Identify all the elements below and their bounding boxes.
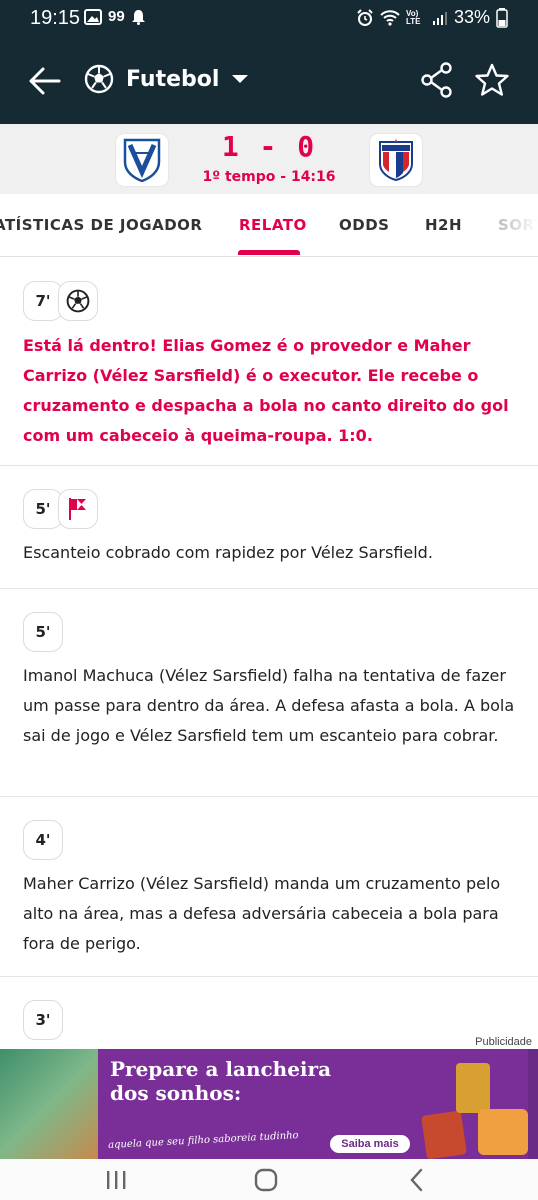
commentary-item: 7' Está lá dentro! Elias Gomez é o prove… <box>0 256 538 466</box>
minute-badge: 5' <box>23 489 63 529</box>
alarm-icon <box>357 8 373 26</box>
battery-icon <box>496 7 508 28</box>
tab-player-stats[interactable]: ATÍSTICAS DE JOGADOR <box>0 216 202 234</box>
signal-icon <box>432 11 447 25</box>
commentary-item: 5' Escanteio cobrado com rapidez por Vél… <box>0 466 538 589</box>
ad-product-image <box>421 1110 467 1159</box>
home-button[interactable] <box>251 1165 281 1195</box>
active-tab-indicator <box>238 250 300 255</box>
fortaleza-crest-icon <box>379 139 413 182</box>
recent-apps-button[interactable] <box>101 1165 131 1195</box>
ad-cta-button[interactable]: Saiba mais <box>330 1135 410 1153</box>
match-score: 1 - 0 <box>221 130 317 163</box>
tab-odds[interactable]: ODDS <box>339 216 389 234</box>
tab-h2h[interactable]: H2H <box>425 216 462 234</box>
network-type: Vo) LTE <box>405 8 421 26</box>
event-icon-badge <box>58 489 98 529</box>
ad-photo <box>0 1049 98 1159</box>
commentary-item: 5' Imanol Machuca (Vélez Sarsfield) falh… <box>0 589 538 797</box>
commentary-text: Está lá dentro! Elias Gomez é o provedor… <box>23 336 509 445</box>
away-team-crest[interactable] <box>370 134 422 186</box>
score-bar: 1 - 0 1º tempo - 14:16 <box>0 124 538 194</box>
match-period: 1º tempo - 14:16 <box>202 169 336 185</box>
ad-product-image <box>456 1063 490 1113</box>
bell-icon <box>131 9 145 25</box>
chevron-down-icon <box>232 75 249 83</box>
soccer-ball-icon <box>66 289 90 313</box>
sport-selector[interactable]: Futebol <box>84 64 249 94</box>
back-button[interactable] <box>402 1165 432 1195</box>
tab-sort[interactable]: SORT <box>498 216 538 234</box>
status-time: 19:15 <box>30 7 81 29</box>
app-bar: Futebol <box>0 36 538 124</box>
tab-relato[interactable]: RELATO <box>239 216 307 234</box>
gallery-notification-icon <box>84 8 102 25</box>
commentary-text: Escanteio cobrado com rapidez por Vélez … <box>23 543 433 562</box>
back-chevron-icon <box>410 1168 423 1192</box>
tab-bar: ATÍSTICAS DE JOGADOR RELATO ODDS H2H SOR… <box>0 194 538 257</box>
minute-badge: 5' <box>23 612 63 652</box>
back-arrow-icon[interactable] <box>28 64 62 98</box>
sport-label: Futebol <box>126 66 220 92</box>
system-nav-bar <box>0 1159 538 1200</box>
favorite-star-icon[interactable] <box>474 62 510 98</box>
event-icon-badge <box>58 281 98 321</box>
corner-flag-icon <box>69 498 86 520</box>
minute-badge: 7' <box>23 281 63 321</box>
notification-count: 99 <box>108 8 125 25</box>
soccer-ball-icon <box>84 64 114 94</box>
ad-label: Publicidade <box>475 1036 532 1048</box>
commentary-text: Maher Carrizo (Vélez Sarsfield) manda um… <box>23 874 501 953</box>
ad-headline: Prepare a lancheira dos sonhos: <box>110 1057 332 1105</box>
battery-percent: 33% <box>453 7 490 27</box>
ad-lunchbox-image <box>478 1109 528 1155</box>
share-icon[interactable] <box>420 62 454 98</box>
commentary-text: Imanol Machuca (Vélez Sarsfield) falha n… <box>23 666 515 745</box>
recent-apps-icon <box>107 1171 126 1189</box>
status-bar: 19:15 99 Vo) LTE 33% <box>0 0 538 36</box>
home-icon <box>254 1168 278 1192</box>
advertisement-banner[interactable]: Prepare a lancheira dos sonhos: aquela q… <box>0 1049 538 1159</box>
commentary-item: 4' Maher Carrizo (Vélez Sarsfield) manda… <box>0 797 538 977</box>
minute-badge: 3' <box>23 1000 63 1040</box>
commentary-item: 3' <box>0 977 538 1049</box>
wifi-icon <box>380 9 400 26</box>
minute-badge: 4' <box>23 820 63 860</box>
